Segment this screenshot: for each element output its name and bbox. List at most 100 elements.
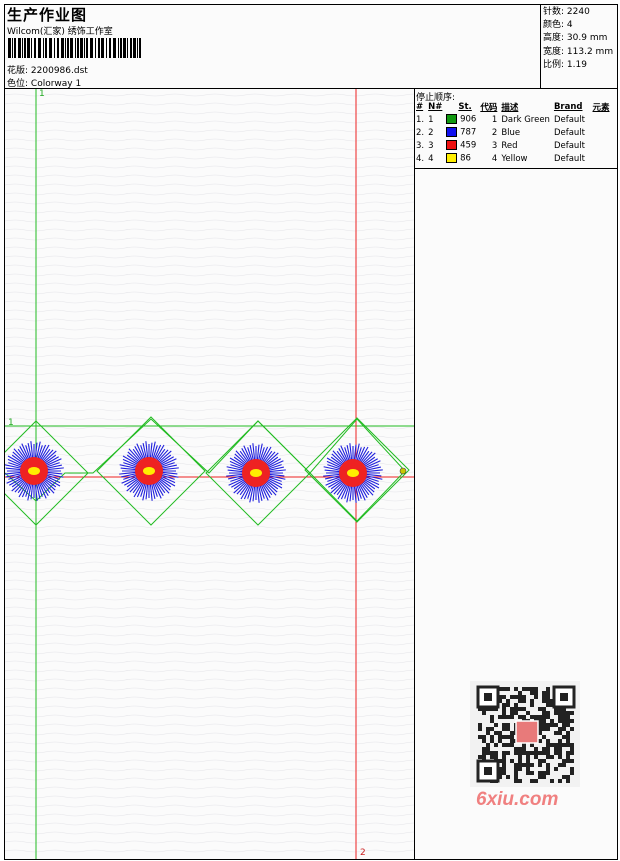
qr-module <box>566 775 570 779</box>
qr-module <box>562 711 566 715</box>
qr-module <box>530 715 534 719</box>
fabric-texture <box>5 408 414 412</box>
qr-module <box>542 727 546 731</box>
col-header-brand: Brand <box>553 102 583 112</box>
qr-module <box>562 763 566 767</box>
qr-module <box>570 743 574 747</box>
design-label: 花版: <box>7 66 29 76</box>
qr-module <box>482 735 486 739</box>
fabric-texture <box>5 399 414 403</box>
fabric-texture <box>5 831 414 835</box>
qr-module <box>534 687 538 691</box>
qr-module <box>546 763 550 767</box>
barcode-bar <box>8 38 11 58</box>
barcode-bar <box>45 38 47 58</box>
qr-module <box>494 731 498 735</box>
qr-module <box>506 715 510 719</box>
barcode-bar <box>101 38 104 58</box>
qr-module <box>570 747 574 751</box>
guide-red-label: 2 <box>360 848 366 858</box>
fabric-texture <box>5 291 414 295</box>
qr-module <box>558 779 562 783</box>
qr-module <box>538 751 542 755</box>
qr-module <box>518 747 522 751</box>
qr-module <box>554 731 558 735</box>
fabric-texture <box>5 597 414 601</box>
fabric-texture <box>5 309 414 313</box>
qr-module <box>502 687 506 691</box>
fabric-texture <box>5 201 414 205</box>
qr-module <box>530 703 534 707</box>
qr-module <box>546 751 550 755</box>
page-title: 生产作业图 <box>7 6 88 24</box>
row-element <box>591 152 612 165</box>
qr-module <box>554 711 558 715</box>
table-row: 1. 1 906 1 Dark Green Default <box>414 113 612 126</box>
fabric-texture <box>5 813 414 817</box>
row-desc: Yellow <box>501 153 528 164</box>
qr-module <box>542 715 546 719</box>
qr-module <box>502 743 506 747</box>
qr-module <box>566 743 570 747</box>
fabric-texture <box>5 624 414 628</box>
qr-module <box>542 707 546 711</box>
qr-module <box>554 767 558 771</box>
fabric-texture <box>5 417 414 421</box>
qr-module <box>562 735 566 739</box>
row-element <box>591 139 612 152</box>
end-marker <box>399 467 407 475</box>
qr-module <box>554 723 558 727</box>
qr-finder-center <box>484 767 492 775</box>
qr-module <box>482 755 486 759</box>
qr-finder-center <box>484 693 492 701</box>
qr-module <box>526 759 530 763</box>
fabric-texture <box>5 795 414 799</box>
qr-module <box>490 727 494 731</box>
yellow-center <box>347 469 359 477</box>
studio-name: Wilcom(汇家) 绣饰工作室 <box>7 27 113 37</box>
qr-module <box>530 763 534 767</box>
qr-module <box>514 767 518 771</box>
qr-module <box>566 779 570 783</box>
qr-module <box>526 767 530 771</box>
qr-module <box>562 723 566 727</box>
qr-module <box>514 695 518 699</box>
qr-module <box>562 743 566 747</box>
row-code: 2 <box>491 127 498 138</box>
fabric-texture <box>5 345 414 349</box>
qr-module <box>482 739 486 743</box>
qr-module <box>518 707 522 711</box>
qr-module <box>502 715 506 719</box>
qr-module <box>534 751 538 755</box>
barcode-bar <box>77 38 79 58</box>
barcode-bar <box>70 38 73 58</box>
stat-height: 高度: 30.9 mm <box>543 33 608 44</box>
qr-code <box>470 681 580 787</box>
stat-scale: 比例: 1.19 <box>543 59 587 70</box>
fabric-texture <box>5 174 414 178</box>
qr-module <box>546 747 550 751</box>
row-desc: Blue <box>501 127 521 138</box>
row-brand: Default <box>553 153 586 164</box>
qr-module <box>486 731 490 735</box>
yellow-center <box>143 467 155 475</box>
fabric-texture <box>5 732 414 736</box>
qr-finder-center <box>560 693 568 701</box>
qr-module <box>554 751 558 755</box>
fabric-texture <box>5 768 414 772</box>
qr-module <box>570 759 574 763</box>
qr-module <box>522 707 526 711</box>
qr-module <box>530 779 534 783</box>
qr-module <box>502 723 506 727</box>
qr-module <box>514 703 518 707</box>
qr-module <box>494 723 498 727</box>
qr-module <box>510 695 514 699</box>
fabric-texture <box>5 714 414 718</box>
qr-module <box>562 775 566 779</box>
fabric-texture <box>5 228 414 232</box>
barcode-bar <box>31 38 32 58</box>
fabric-texture <box>5 750 414 754</box>
qr-module <box>502 707 506 711</box>
qr-module <box>526 711 530 715</box>
embroidery-canvas[interactable] <box>5 89 414 859</box>
